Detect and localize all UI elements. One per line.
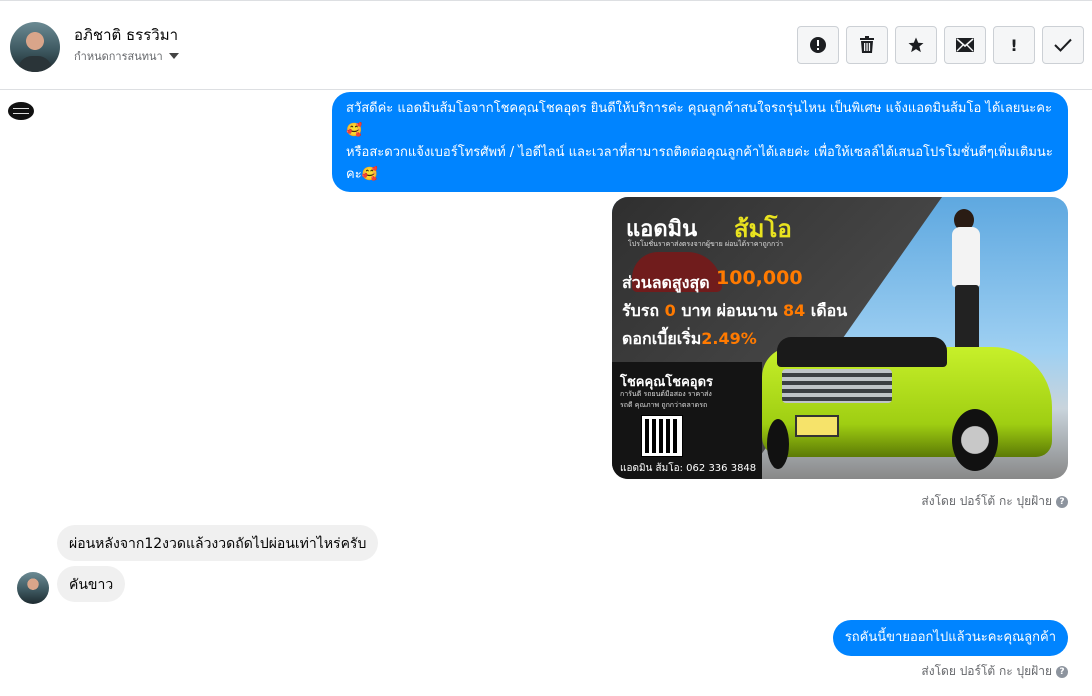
- promo-discount-value: 100,000: [716, 267, 803, 289]
- star-icon: [908, 37, 924, 53]
- promo-contact: แอดมิน ส้มโอ: 062 336 3848: [620, 463, 757, 474]
- assign-conversation-dropdown[interactable]: กำหนดการสนทนา: [74, 47, 179, 65]
- conversation-header: อภิชาติ ธรรวิมา กำหนดการสนทนา !: [0, 1, 1092, 90]
- contact-avatar[interactable]: [10, 22, 60, 72]
- promo-line-2: รับรถ 0 บาท ผ่อนนาน 84 เดือน: [622, 301, 848, 320]
- page-logo-icon: [8, 102, 34, 120]
- mark-unread-button[interactable]: [944, 26, 986, 64]
- incoming-message[interactable]: คันขาว: [57, 566, 126, 602]
- promo-line-3: ดอกเบี้ยเริ่ม2.49%: [622, 329, 757, 348]
- alert-circle-icon: [810, 37, 826, 53]
- header-toolbar: !: [797, 26, 1084, 64]
- contact-name[interactable]: อภิชาติ ธรรวิมา: [74, 23, 178, 47]
- promo-dealer-sub: การันตี รถยนต์มือสอง ราคาส่ง: [620, 390, 712, 398]
- messenger-conversation: อภิชาติ ธรรวิมา กำหนดการสนทนา ! สวัสดีค่…: [0, 0, 1092, 696]
- outgoing-message[interactable]: รถคันนี้ขายออกไปแล้วนะคะคุณลูกค้า: [832, 620, 1068, 656]
- mark-done-button[interactable]: [1042, 26, 1084, 64]
- delete-button[interactable]: [846, 26, 888, 64]
- assign-label: กำหนดการสนทนา: [74, 50, 163, 63]
- sent-by-label: ส่งโดย ปอร์โต้ กะ ปุยฝ้าย ?: [921, 662, 1068, 681]
- help-icon[interactable]: ?: [1056, 665, 1068, 678]
- check-icon: [1054, 38, 1072, 52]
- star-button[interactable]: [895, 26, 937, 64]
- sent-by-label: ส่งโดย ปอร์โต้ กะ ปุยฝ้าย ?: [921, 492, 1068, 511]
- envelope-icon: [956, 38, 974, 52]
- mark-spam-button[interactable]: [797, 26, 839, 64]
- promo-image[interactable]: แอดมิน ส้มโอ โปรโมชั่นราคาส่งตรงจากผู้ขา…: [612, 197, 1068, 479]
- promo-dealer-sub: รถดี คุณภาพ ถูกกว่าตลาดรถ: [620, 401, 708, 409]
- caret-down-icon: [168, 53, 179, 59]
- help-icon[interactable]: ?: [1056, 495, 1068, 508]
- trash-icon: [860, 36, 874, 53]
- promo-discount-label: ส่วนลดสูงสุด: [622, 273, 710, 292]
- exclamation-icon: !: [1010, 35, 1018, 55]
- customer-avatar[interactable]: [17, 572, 49, 604]
- promo-tagline: โปรโมชั่นราคาส่งตรงจากผู้ขาย ผ่อนได้ราคา…: [628, 240, 784, 248]
- outgoing-message[interactable]: สวัสดีค่ะ แอดมินส้มโอจากโชคคุณโชคอุดร ยิ…: [332, 92, 1068, 192]
- follow-up-button[interactable]: !: [993, 26, 1035, 64]
- qr-code: [641, 415, 683, 457]
- incoming-message[interactable]: ผ่อนหลังจาก12งวดแล้วงวดถัดไปผ่อนเท่าไหร่…: [57, 525, 379, 561]
